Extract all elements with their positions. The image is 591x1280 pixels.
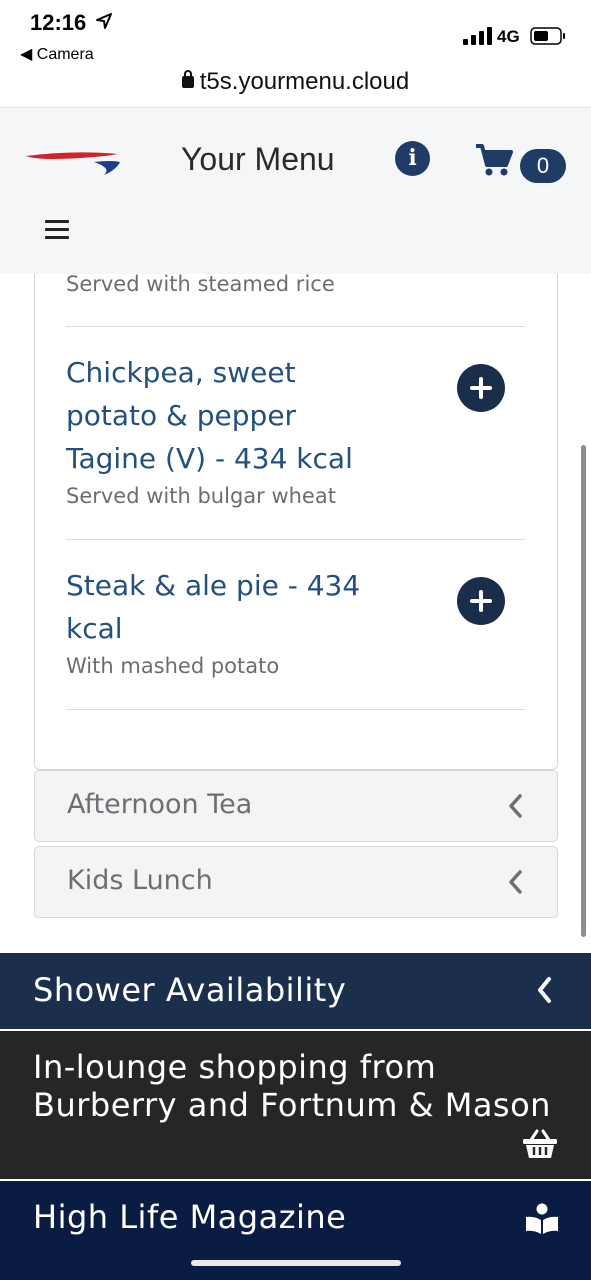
section-shower-availability[interactable]: Shower Availability bbox=[0, 953, 591, 1029]
airline-logo[interactable] bbox=[24, 148, 124, 178]
section-label: High Life Magazine bbox=[33, 1198, 347, 1236]
book-reader-icon bbox=[526, 1203, 558, 1234]
add-item-button[interactable] bbox=[457, 577, 505, 625]
chevron-left-icon bbox=[538, 977, 551, 1003]
chevron-left-icon bbox=[509, 794, 522, 818]
battery-icon bbox=[530, 27, 565, 45]
accordion-afternoon-tea[interactable]: Afternoon Tea bbox=[34, 770, 558, 842]
page-title: Your Menu bbox=[181, 141, 335, 177]
divider bbox=[66, 539, 525, 540]
back-to-app-link[interactable]: ◀ Camera bbox=[20, 44, 94, 64]
network-type: 4G bbox=[497, 27, 520, 46]
item-description: Served with bulgar wheat bbox=[66, 484, 336, 508]
scrollbar[interactable] bbox=[581, 445, 586, 937]
address-bar[interactable]: t5s.yourmenu.cloud bbox=[0, 68, 591, 96]
app-header bbox=[0, 108, 591, 274]
add-item-button[interactable] bbox=[457, 364, 505, 412]
menu-item-title: Chickpea, sweet potato & pepper Tagine (… bbox=[66, 356, 353, 475]
cart-icon[interactable] bbox=[474, 143, 514, 177]
status-bar: 12:16 ◀ Camera 4G t5s.yourmenu.cloud bbox=[0, 0, 591, 108]
status-time: 12:16 bbox=[30, 10, 87, 35]
section-label: In-lounge shopping from Burberry and For… bbox=[33, 1048, 551, 1124]
accordion-kids-lunch[interactable]: Kids Lunch bbox=[34, 846, 558, 918]
hamburger-menu-icon[interactable] bbox=[45, 220, 69, 240]
cart-count-badge[interactable]: 0 bbox=[520, 149, 566, 183]
divider bbox=[66, 709, 525, 710]
back-app-label: Camera bbox=[36, 46, 94, 63]
home-indicator[interactable] bbox=[191, 1260, 401, 1266]
menu-item-title: Steak & ale pie - 434 kcal bbox=[66, 569, 361, 645]
item-description: Served with steamed rice bbox=[66, 272, 335, 296]
item-description: With mashed potato bbox=[66, 654, 280, 678]
section-in-lounge-shopping[interactable]: In-lounge shopping from Burberry and For… bbox=[0, 1031, 591, 1179]
shopping-basket-icon bbox=[523, 1129, 557, 1158]
info-icon[interactable]: i bbox=[395, 141, 430, 176]
signal-bars-icon bbox=[463, 27, 492, 45]
lock-icon bbox=[181, 70, 194, 88]
url-text: t5s.yourmenu.cloud bbox=[199, 68, 410, 95]
accordion-label: Afternoon Tea bbox=[67, 789, 253, 820]
location-arrow-icon bbox=[96, 13, 112, 29]
chevron-left-icon bbox=[509, 870, 522, 894]
back-triangle-icon: ◀ bbox=[20, 46, 33, 63]
divider bbox=[66, 326, 525, 327]
section-label: Shower Availability bbox=[33, 971, 347, 1009]
accordion-label: Kids Lunch bbox=[67, 865, 213, 896]
menu-panel bbox=[34, 274, 558, 770]
